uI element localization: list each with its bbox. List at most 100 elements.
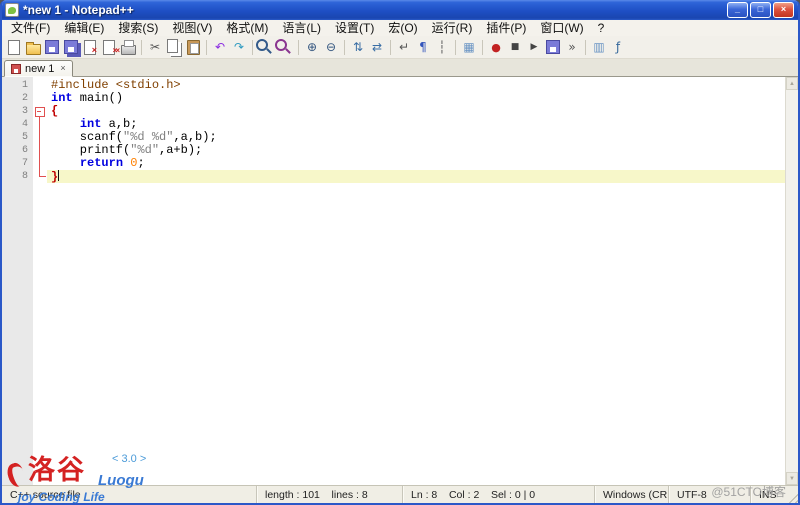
- menu-bar: 文件(F)编辑(E)搜索(S)视图(V)格式(M)语言(L)设置(T)宏(O)运…: [2, 20, 798, 36]
- menu-item-search[interactable]: 搜索(S): [111, 20, 165, 36]
- maximize-button-icon[interactable]: □: [750, 2, 771, 18]
- menu-item-plugins[interactable]: 插件(P): [479, 20, 533, 36]
- toolbar-separator: [482, 40, 483, 55]
- menu-item-edit[interactable]: 编辑(E): [57, 20, 111, 36]
- find-icon[interactable]: [257, 38, 275, 56]
- fold-marker-mid: [33, 118, 47, 131]
- window-title: *new 1 - Notepad++: [23, 3, 723, 17]
- notepad-app-icon: [5, 3, 19, 17]
- toolbar-separator: [252, 40, 253, 55]
- status-cursor-position: Ln : 8 Col : 2 Sel : 0 | 0: [402, 486, 594, 503]
- code-line[interactable]: #include <stdio.h>: [47, 79, 785, 92]
- tab-close-icon[interactable]: ×: [60, 64, 65, 73]
- paste-icon[interactable]: [184, 38, 202, 56]
- print-icon[interactable]: [119, 38, 137, 56]
- undo-icon[interactable]: ↶: [211, 38, 229, 56]
- word-wrap-icon[interactable]: ↵: [395, 38, 413, 56]
- editor[interactable]: 12345678 #include <stdio.h>int main(){ i…: [2, 77, 798, 485]
- toolbar-separator: [206, 40, 207, 55]
- code-line[interactable]: }: [47, 170, 785, 183]
- toolbar-separator: [141, 40, 142, 55]
- line-number: 8: [22, 170, 33, 183]
- line-number: 5: [22, 131, 33, 144]
- code-line[interactable]: {: [47, 105, 785, 118]
- menu-item-view[interactable]: 视图(V): [165, 20, 219, 36]
- fold-marker-mid: [33, 131, 47, 144]
- copy-icon[interactable]: [165, 38, 183, 56]
- code-area[interactable]: #include <stdio.h>int main(){ int a,b; s…: [47, 77, 785, 485]
- line-number: 7: [22, 157, 33, 170]
- line-number: 3: [22, 105, 33, 118]
- save-icon[interactable]: [43, 38, 61, 56]
- menu-item-file[interactable]: 文件(F): [4, 20, 57, 36]
- text-caret: [58, 170, 59, 181]
- line-number: 2: [22, 92, 33, 105]
- menu-item-format[interactable]: 格式(M): [219, 20, 275, 36]
- open-folder-icon[interactable]: [24, 38, 42, 56]
- status-bar: C++ source file length : 101 lines : 8 L…: [2, 485, 798, 503]
- toolbar-separator: [455, 40, 456, 55]
- close-doc-icon[interactable]: [81, 38, 99, 56]
- line-number: 6: [22, 144, 33, 157]
- code-line[interactable]: return 0;: [47, 157, 785, 170]
- redo-icon[interactable]: ↷: [230, 38, 248, 56]
- fold-margin: [33, 92, 47, 105]
- zoom-in-icon[interactable]: ⊕: [303, 38, 321, 56]
- run-macro-multi-icon[interactable]: »: [563, 38, 581, 56]
- sync-horizontal-icon[interactable]: ⇄: [368, 38, 386, 56]
- tab-bar: new 1 ×: [2, 59, 798, 77]
- status-doc-type: C++ source file: [2, 486, 256, 503]
- replace-icon[interactable]: [276, 38, 294, 56]
- save-macro-icon[interactable]: [544, 38, 562, 56]
- fold-marker-mid: [33, 144, 47, 157]
- stop-macro-icon[interactable]: ■: [506, 38, 524, 56]
- close-button-icon[interactable]: ×: [773, 2, 794, 18]
- scroll-down-icon[interactable]: ▼: [786, 472, 798, 485]
- scrollbar-track[interactable]: [786, 90, 798, 472]
- function-list-icon[interactable]: ƒ: [609, 38, 627, 56]
- tab-new-1[interactable]: new 1 ×: [4, 60, 73, 77]
- vertical-scrollbar[interactable]: ▲ ▼: [785, 77, 798, 485]
- doc-map-icon[interactable]: ▥: [590, 38, 608, 56]
- indent-guide-icon[interactable]: ┆: [433, 38, 451, 56]
- code-line[interactable]: int main(): [47, 92, 785, 105]
- sync-vertical-icon[interactable]: ⇅: [349, 38, 367, 56]
- fold-margin: [33, 79, 47, 92]
- scroll-up-icon[interactable]: ▲: [786, 77, 798, 90]
- window-controls: _ □ ×: [727, 2, 795, 18]
- record-macro-icon[interactable]: ●: [487, 38, 505, 56]
- new-file-icon[interactable]: [5, 38, 23, 56]
- play-macro-icon[interactable]: ▶: [525, 38, 543, 56]
- line-number-column: 12345678: [2, 77, 33, 485]
- toolbar: ✂ ↶↷ ⊕⊖ ⇅⇄ ↵¶┆ ▦ ●■▶ » ▥ƒ: [2, 36, 798, 59]
- cut-icon[interactable]: ✂: [146, 38, 164, 56]
- fold-marker-start[interactable]: [33, 105, 47, 118]
- line-number: 4: [22, 118, 33, 131]
- close-all-icon[interactable]: [100, 38, 118, 56]
- toolbar-separator: [298, 40, 299, 55]
- notepad-plus-plus-window: *new 1 - Notepad++ _ □ × 文件(F)编辑(E)搜索(S)…: [0, 0, 800, 505]
- status-eol-format: Windows (CR LF): [594, 486, 668, 503]
- unsaved-doc-icon: [11, 64, 21, 74]
- menu-item-settings[interactable]: 设置(T): [328, 20, 381, 36]
- menu-item-macro[interactable]: 宏(O): [381, 20, 424, 36]
- toolbar-separator: [585, 40, 586, 55]
- code-line[interactable]: printf("%d",a+b);: [47, 144, 785, 157]
- menu-item-help[interactable]: ?: [591, 20, 612, 36]
- line-number: 1: [22, 79, 33, 92]
- menu-item-language[interactable]: 语言(L): [275, 20, 328, 36]
- menu-item-run[interactable]: 运行(R): [425, 20, 480, 36]
- status-length-lines: length : 101 lines : 8: [256, 486, 402, 503]
- toolbar-separator: [390, 40, 391, 55]
- minimize-button-icon[interactable]: _: [727, 2, 748, 18]
- menu-item-window[interactable]: 窗口(W): [533, 20, 590, 36]
- user-define-dialog-icon[interactable]: ▦: [460, 38, 478, 56]
- toolbar-separator: [344, 40, 345, 55]
- status-encoding: UTF-8: [668, 486, 750, 503]
- zoom-out-icon[interactable]: ⊖: [322, 38, 340, 56]
- fold-marker-mid: [33, 157, 47, 170]
- title-bar[interactable]: *new 1 - Notepad++ _ □ ×: [2, 0, 798, 20]
- fold-column: [33, 77, 47, 485]
- save-all-icon[interactable]: [62, 38, 80, 56]
- show-all-chars-icon[interactable]: ¶: [414, 38, 432, 56]
